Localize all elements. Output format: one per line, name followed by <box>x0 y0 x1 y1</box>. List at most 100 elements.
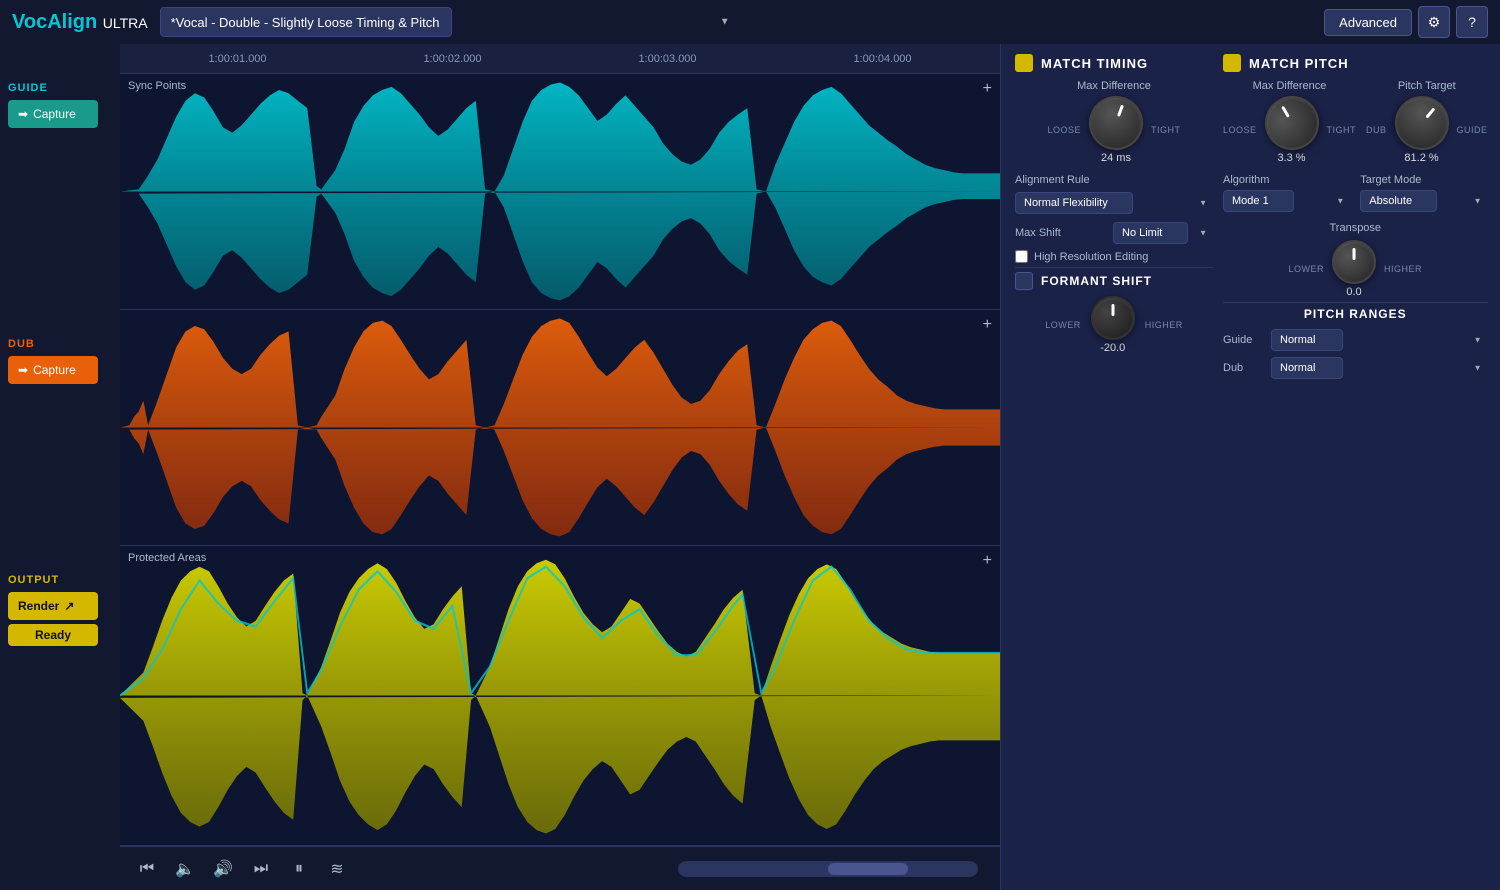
algorithm-select[interactable]: Mode 1 <box>1223 190 1294 212</box>
transpose-knob[interactable] <box>1332 240 1376 284</box>
header-right: Advanced ⚙ ? <box>1324 6 1488 38</box>
output-label: OUTPUT <box>8 574 112 586</box>
guide-track-plus[interactable]: + <box>983 80 992 98</box>
volume-low-button[interactable]: 🔈 <box>170 854 200 884</box>
guide-pitch-range-row: Guide Normal Low High Custom <box>1223 329 1488 351</box>
pitch-ranges-title: PITCH RANGES <box>1223 307 1488 321</box>
match-pitch-toggle[interactable] <box>1223 54 1241 72</box>
algorithm-label: Algorithm <box>1223 174 1350 186</box>
settings-button[interactable]: ⚙ <box>1418 6 1450 38</box>
transpose-higher-label: HIGHER <box>1384 264 1422 274</box>
transpose-knob-container: 0.0 <box>1332 240 1376 298</box>
target-mode-select[interactable]: Absolute <box>1360 190 1437 212</box>
formant-lower-label: LOWER <box>1045 320 1081 330</box>
guide-capture-button[interactable]: ➡ Capture <box>8 100 98 128</box>
match-pitch-section: MATCH PITCH Max Difference LOOSE 3.3 % T… <box>1223 54 1488 385</box>
match-timing-title: MATCH TIMING <box>1041 56 1148 71</box>
alignment-rule-select[interactable]: Normal Flexibility <box>1015 192 1133 214</box>
target-mode-select-wrapper: Absolute <box>1360 190 1487 212</box>
volume-high-button[interactable]: 🔊 <box>208 854 238 884</box>
pitch-controls-row: Algorithm Mode 1 Target Mode Absolute <box>1223 174 1488 212</box>
dub-label: DUB <box>8 338 112 350</box>
timing-loose-label: LOOSE <box>1047 125 1081 135</box>
right-panel: MATCH TIMING Max Difference LOOSE 24 ms … <box>1000 44 1500 890</box>
pitch-target-knob[interactable] <box>1383 85 1459 161</box>
transpose-knob-group: LOWER 0.0 HIGHER <box>1223 240 1488 298</box>
logo-align: Align <box>47 11 97 33</box>
high-res-row: High Resolution Editing <box>1015 250 1213 263</box>
dub-pitch-range-select[interactable]: Normal Low High Custom <box>1271 357 1343 379</box>
timing-tight-label: TIGHT <box>1151 125 1181 135</box>
guide-pitch-range-select[interactable]: Normal Low High Custom <box>1271 329 1343 351</box>
pause-button[interactable]: ⏸ <box>284 854 314 884</box>
protected-areas-label: Protected Areas <box>128 552 206 564</box>
max-diff-label-timing: Max Difference <box>1015 80 1213 92</box>
target-mode-label: Target Mode <box>1360 174 1487 186</box>
logo-voc: Voc <box>12 11 47 33</box>
dub-pitch-range-label: Dub <box>1223 362 1263 374</box>
dub-pitch-range-row: Dub Normal Low High Custom <box>1223 357 1488 379</box>
left-panel: GUIDE ➡ Capture DUB ➡ Capture OUTPUT Ren… <box>0 44 120 890</box>
stop-button[interactable]: ≋ <box>322 854 352 884</box>
play-button[interactable]: ⏭ <box>246 854 276 884</box>
app-logo: VocAlign ULTRA <box>12 11 148 34</box>
formant-value: -20.0 <box>1100 342 1125 354</box>
pitch-loose-label: LOOSE <box>1223 125 1257 135</box>
logo-ultra: ULTRA <box>103 15 148 31</box>
high-res-checkbox[interactable] <box>1015 250 1028 263</box>
pitch-guide-label: GUIDE <box>1457 125 1488 135</box>
formant-knob[interactable] <box>1091 296 1135 340</box>
pitch-max-diff-knob-group: LOOSE 3.3 % TIGHT <box>1223 96 1356 164</box>
max-shift-select-wrapper: No Limit <box>1113 222 1213 244</box>
dub-capture-label: Capture <box>33 363 76 377</box>
render-icon: ↗ <box>64 599 74 613</box>
dub-track-plus[interactable]: + <box>983 316 992 334</box>
match-pitch-header: MATCH PITCH <box>1223 54 1488 72</box>
scrollbar[interactable] <box>678 861 978 877</box>
formant-knob-row: LOWER -20.0 HIGHER <box>1015 296 1213 354</box>
guide-pitch-range-wrapper: Normal Low High Custom <box>1271 329 1488 351</box>
dub-capture-button[interactable]: ➡ Capture <box>8 356 98 384</box>
formant-toggle[interactable] <box>1015 272 1033 290</box>
preset-wrapper: *Vocal - Double - Slightly Loose Timing … <box>160 7 740 37</box>
status-badge: Ready <box>8 624 98 646</box>
match-timing-toggle[interactable] <box>1015 54 1033 72</box>
transpose-value: 0.0 <box>1346 286 1361 298</box>
tick-2: 1:00:02.000 <box>345 53 560 65</box>
pitch-tight-label: TIGHT <box>1327 125 1357 135</box>
algorithm-col: Algorithm Mode 1 <box>1223 174 1350 212</box>
scroll-thumb[interactable] <box>828 863 908 875</box>
alignment-rule-row: Alignment Rule <box>1015 174 1213 186</box>
pitch-ranges-divider <box>1223 302 1488 303</box>
guide-capture-label: Capture <box>33 107 76 121</box>
timing-max-diff-knob[interactable] <box>1081 88 1150 157</box>
pitch-target-knob-group: DUB 81.2 % GUIDE <box>1366 96 1488 164</box>
formant-higher-label: HIGHER <box>1145 320 1183 330</box>
preset-dropdown[interactable]: *Vocal - Double - Slightly Loose Timing … <box>160 7 452 37</box>
tick-3: 1:00:03.000 <box>560 53 775 65</box>
help-button[interactable]: ? <box>1456 6 1488 38</box>
algorithm-select-wrapper: Mode 1 <box>1223 190 1350 212</box>
pitch-target-col: Pitch Target DUB 81.2 % GUIDE <box>1366 80 1488 164</box>
high-res-label: High Resolution Editing <box>1034 251 1148 263</box>
tick-4: 1:00:04.000 <box>775 53 990 65</box>
rewind-button[interactable]: ⏮ <box>132 854 162 884</box>
guide-waveform <box>120 74 1000 309</box>
pitch-knobs-row: Max Difference LOOSE 3.3 % TIGHT Pitch T… <box>1223 80 1488 164</box>
match-timing-header: MATCH TIMING <box>1015 54 1213 72</box>
output-track-plus[interactable]: + <box>983 552 992 570</box>
render-label: Render <box>18 599 59 613</box>
pitch-max-diff-knob[interactable] <box>1255 86 1329 160</box>
dub-pitch-range-wrapper: Normal Low High Custom <box>1271 357 1488 379</box>
output-track: Protected Areas + <box>120 546 1000 846</box>
render-button[interactable]: Render ↗ <box>8 592 98 620</box>
capture-icon: ➡ <box>18 107 28 121</box>
max-shift-select[interactable]: No Limit <box>1113 222 1188 244</box>
tracks-area: 1:00:01.000 1:00:02.000 1:00:03.000 1:00… <box>120 44 1000 890</box>
match-timing-section: MATCH TIMING Max Difference LOOSE 24 ms … <box>1015 54 1213 385</box>
pitch-target-value: 81.2 % <box>1404 152 1438 164</box>
timing-value: 24 ms <box>1101 152 1131 164</box>
dub-waveform <box>120 310 1000 545</box>
pitch-max-diff-knob-container: 3.3 % <box>1265 96 1319 164</box>
advanced-button[interactable]: Advanced <box>1324 9 1412 36</box>
